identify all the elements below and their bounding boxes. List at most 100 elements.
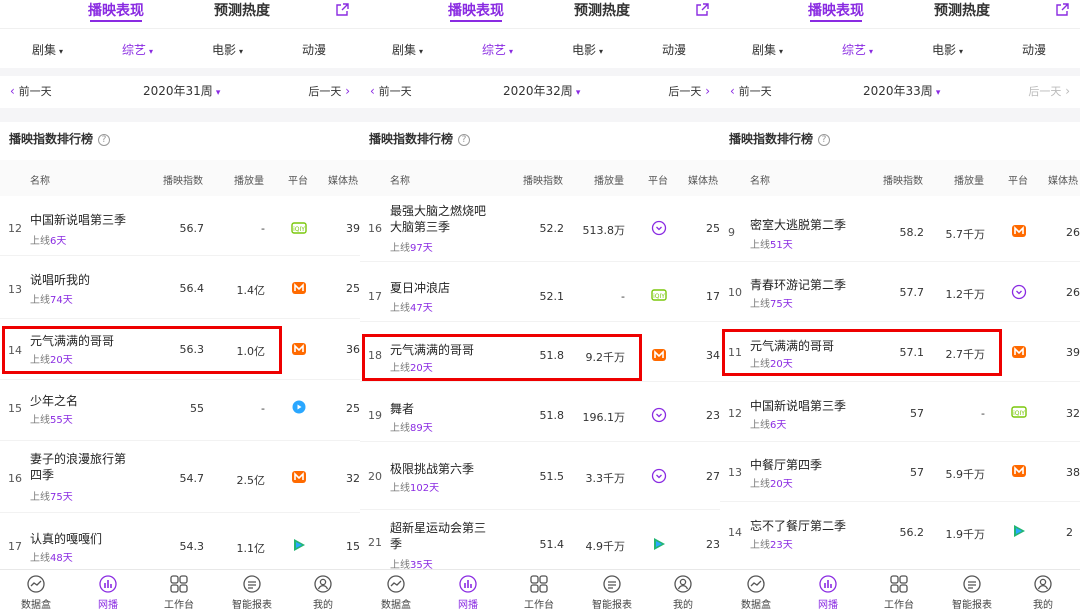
- table-row[interactable]: 13 说唱听我的 上线74天 56.4 1.4亿 25: [0, 259, 360, 319]
- tab-forecast-heat[interactable]: 预测热度: [934, 0, 990, 20]
- category-variety[interactable]: 综艺 ▾: [122, 41, 153, 58]
- chevron-down-icon: ▾: [149, 47, 154, 56]
- tab-broadcast-performance[interactable]: 播映表现: [808, 0, 864, 22]
- divider: [720, 68, 1080, 76]
- play-index: 56.2: [899, 526, 925, 539]
- category-anime[interactable]: 动漫: [1022, 41, 1046, 58]
- help-icon[interactable]: ?: [818, 134, 831, 146]
- nav-me[interactable]: 我的: [1013, 574, 1073, 611]
- bar-chart-icon: [459, 575, 477, 593]
- table-row[interactable]: 9 密室大逃脱第二季 上线51天 58.2 5.7千万 26: [720, 196, 1080, 262]
- chevron-left-icon: ‹: [370, 84, 379, 98]
- rank-number: 13: [8, 283, 22, 296]
- col-plays[interactable]: 播放量: [594, 172, 624, 187]
- help-icon[interactable]: ?: [98, 134, 111, 146]
- nav-workbench[interactable]: 工作台: [869, 574, 929, 611]
- next-day-button[interactable]: 后一天 ›: [668, 83, 710, 99]
- category-movie[interactable]: 电影 ▾: [572, 41, 603, 58]
- tab-broadcast-performance[interactable]: 播映表现: [448, 0, 504, 22]
- table-row[interactable]: 12 中国新说唱第三季 上线6天 57 - iQIY 32: [720, 382, 1080, 442]
- col-index[interactable]: 播映指数: [523, 172, 563, 187]
- col-media[interactable]: 媒体热: [1048, 172, 1078, 187]
- category-movie[interactable]: 电影 ▾: [212, 41, 243, 58]
- nav-workbench[interactable]: 工作台: [149, 574, 209, 611]
- tab-broadcast-performance[interactable]: 播映表现: [88, 0, 144, 22]
- online-days: 上线74天: [30, 295, 73, 306]
- prev-day-button[interactable]: ‹ 前一天: [370, 83, 412, 99]
- show-title: 舞者: [390, 402, 415, 416]
- table-row[interactable]: 19 舞者 上线89天 51.8 196.1万 23: [360, 382, 720, 442]
- nav-smart-report[interactable]: 智能报表: [222, 574, 282, 611]
- share-icon[interactable]: [694, 2, 710, 18]
- play-index: 51.5: [539, 470, 565, 483]
- share-icon[interactable]: [334, 2, 350, 18]
- nav-webcast[interactable]: 网播: [798, 574, 858, 611]
- table-row[interactable]: 17 认真的嘎嘎们 上线48天 54.3 1.1亿 15: [0, 513, 360, 569]
- share-icon[interactable]: [1054, 2, 1070, 18]
- nav-smart-report[interactable]: 智能报表: [942, 574, 1002, 611]
- play-index: 56.7: [179, 222, 205, 235]
- table-row[interactable]: 16 最强大脑之燃烧吧大脑第三季 上线97天 52.2 513.8万 25: [360, 196, 720, 262]
- table-row[interactable]: 17 夏日冲浪店 上线47天 52.1 - iQIY 17: [360, 262, 720, 322]
- category-drama[interactable]: 剧集 ▾: [32, 41, 63, 58]
- media-heat: 17: [706, 290, 720, 303]
- bottom-nav: 数据盒 网播 工作台 智能报表 我的: [0, 569, 360, 613]
- category-drama[interactable]: 剧集 ▾: [392, 41, 423, 58]
- nav-webcast[interactable]: 网播: [438, 574, 498, 611]
- next-day-button[interactable]: 后一天 ›: [308, 83, 350, 99]
- col-media[interactable]: 媒体热: [688, 172, 718, 187]
- grid-icon: [890, 575, 908, 593]
- nav-databox[interactable]: 数据盒: [726, 574, 786, 611]
- nav-webcast[interactable]: 网播: [78, 574, 138, 611]
- ranking-title: 播映指数排行榜?: [9, 130, 111, 147]
- table-row[interactable]: 15 少年之名 上线55天 55 - 25: [0, 381, 360, 441]
- category-anime[interactable]: 动漫: [302, 41, 326, 58]
- col-name: 名称: [390, 176, 410, 187]
- mango-icon: [1012, 346, 1026, 358]
- report-icon: [603, 575, 621, 593]
- week-selector[interactable]: 2020年32周 ▾: [503, 82, 580, 99]
- col-plays[interactable]: 播放量: [954, 172, 984, 187]
- table-row[interactable]: 13 中餐厅第四季 上线20天 57 5.9千万 38: [720, 442, 1080, 502]
- rank-number: 21: [368, 536, 382, 549]
- mango-icon: [292, 343, 306, 355]
- col-plays[interactable]: 播放量: [234, 172, 264, 187]
- play-index: 57: [910, 407, 924, 420]
- table-row[interactable]: 20 极限挑战第六季 上线102天 51.5 3.3千万 27: [360, 442, 720, 510]
- table-row[interactable]: 10 青春环游记第二季 上线75天 57.7 1.2千万 26: [720, 262, 1080, 322]
- table-row[interactable]: 12 中国新说唱第三季 上线6天 56.7 - iQIY 39: [0, 196, 360, 256]
- nav-databox[interactable]: 数据盒: [6, 574, 66, 611]
- show-title: 妻子的浪漫旅行第四季: [30, 452, 127, 482]
- chevron-right-icon: ›: [341, 84, 350, 98]
- play-index: 54.7: [179, 472, 205, 485]
- category-anime[interactable]: 动漫: [662, 41, 686, 58]
- help-icon[interactable]: ?: [458, 134, 471, 146]
- nav-smart-report[interactable]: 智能报表: [582, 574, 642, 611]
- week-selector[interactable]: 2020年31周 ▾: [143, 82, 220, 99]
- media-heat: 25: [706, 222, 720, 235]
- nav-databox[interactable]: 数据盒: [366, 574, 426, 611]
- table-row[interactable]: 14 忘不了餐厅第二季 上线23天 56.2 1.9千万 2: [720, 502, 1080, 569]
- category-variety[interactable]: 综艺 ▾: [842, 41, 873, 58]
- week-selector[interactable]: 2020年33周 ▾: [863, 82, 940, 99]
- table-row[interactable]: 16 妻子的浪漫旅行第四季 上线75天 54.7 2.5亿 32: [0, 441, 360, 513]
- tab-forecast-heat[interactable]: 预测热度: [574, 0, 630, 20]
- prev-day-button[interactable]: ‹ 前一天: [730, 83, 772, 99]
- nav-me[interactable]: 我的: [293, 574, 353, 611]
- media-heat: 39: [1066, 346, 1080, 359]
- show-title: 少年之名: [30, 394, 79, 408]
- category-drama[interactable]: 剧集 ▾: [752, 41, 783, 58]
- nav-workbench[interactable]: 工作台: [509, 574, 569, 611]
- category-movie[interactable]: 电影 ▾: [932, 41, 963, 58]
- tab-forecast-heat[interactable]: 预测热度: [214, 0, 270, 20]
- col-index[interactable]: 播映指数: [883, 172, 923, 187]
- category-variety[interactable]: 综艺 ▾: [482, 41, 513, 58]
- show-title: 中国新说唱第三季: [30, 213, 127, 227]
- prev-day-button[interactable]: ‹ 前一天: [10, 83, 52, 99]
- date-nav: ‹ 前一天 2020年33周 ▾ 后一天 ›: [720, 76, 1080, 104]
- table-header: 名称 播映指数 播放量 平台 媒体热: [720, 160, 1080, 196]
- nav-me[interactable]: 我的: [653, 574, 713, 611]
- table-row[interactable]: 21 超新星运动会第三季 上线35天 51.4 4.9千万 23: [360, 510, 720, 571]
- col-media[interactable]: 媒体热: [328, 172, 358, 187]
- col-index[interactable]: 播映指数: [163, 172, 203, 187]
